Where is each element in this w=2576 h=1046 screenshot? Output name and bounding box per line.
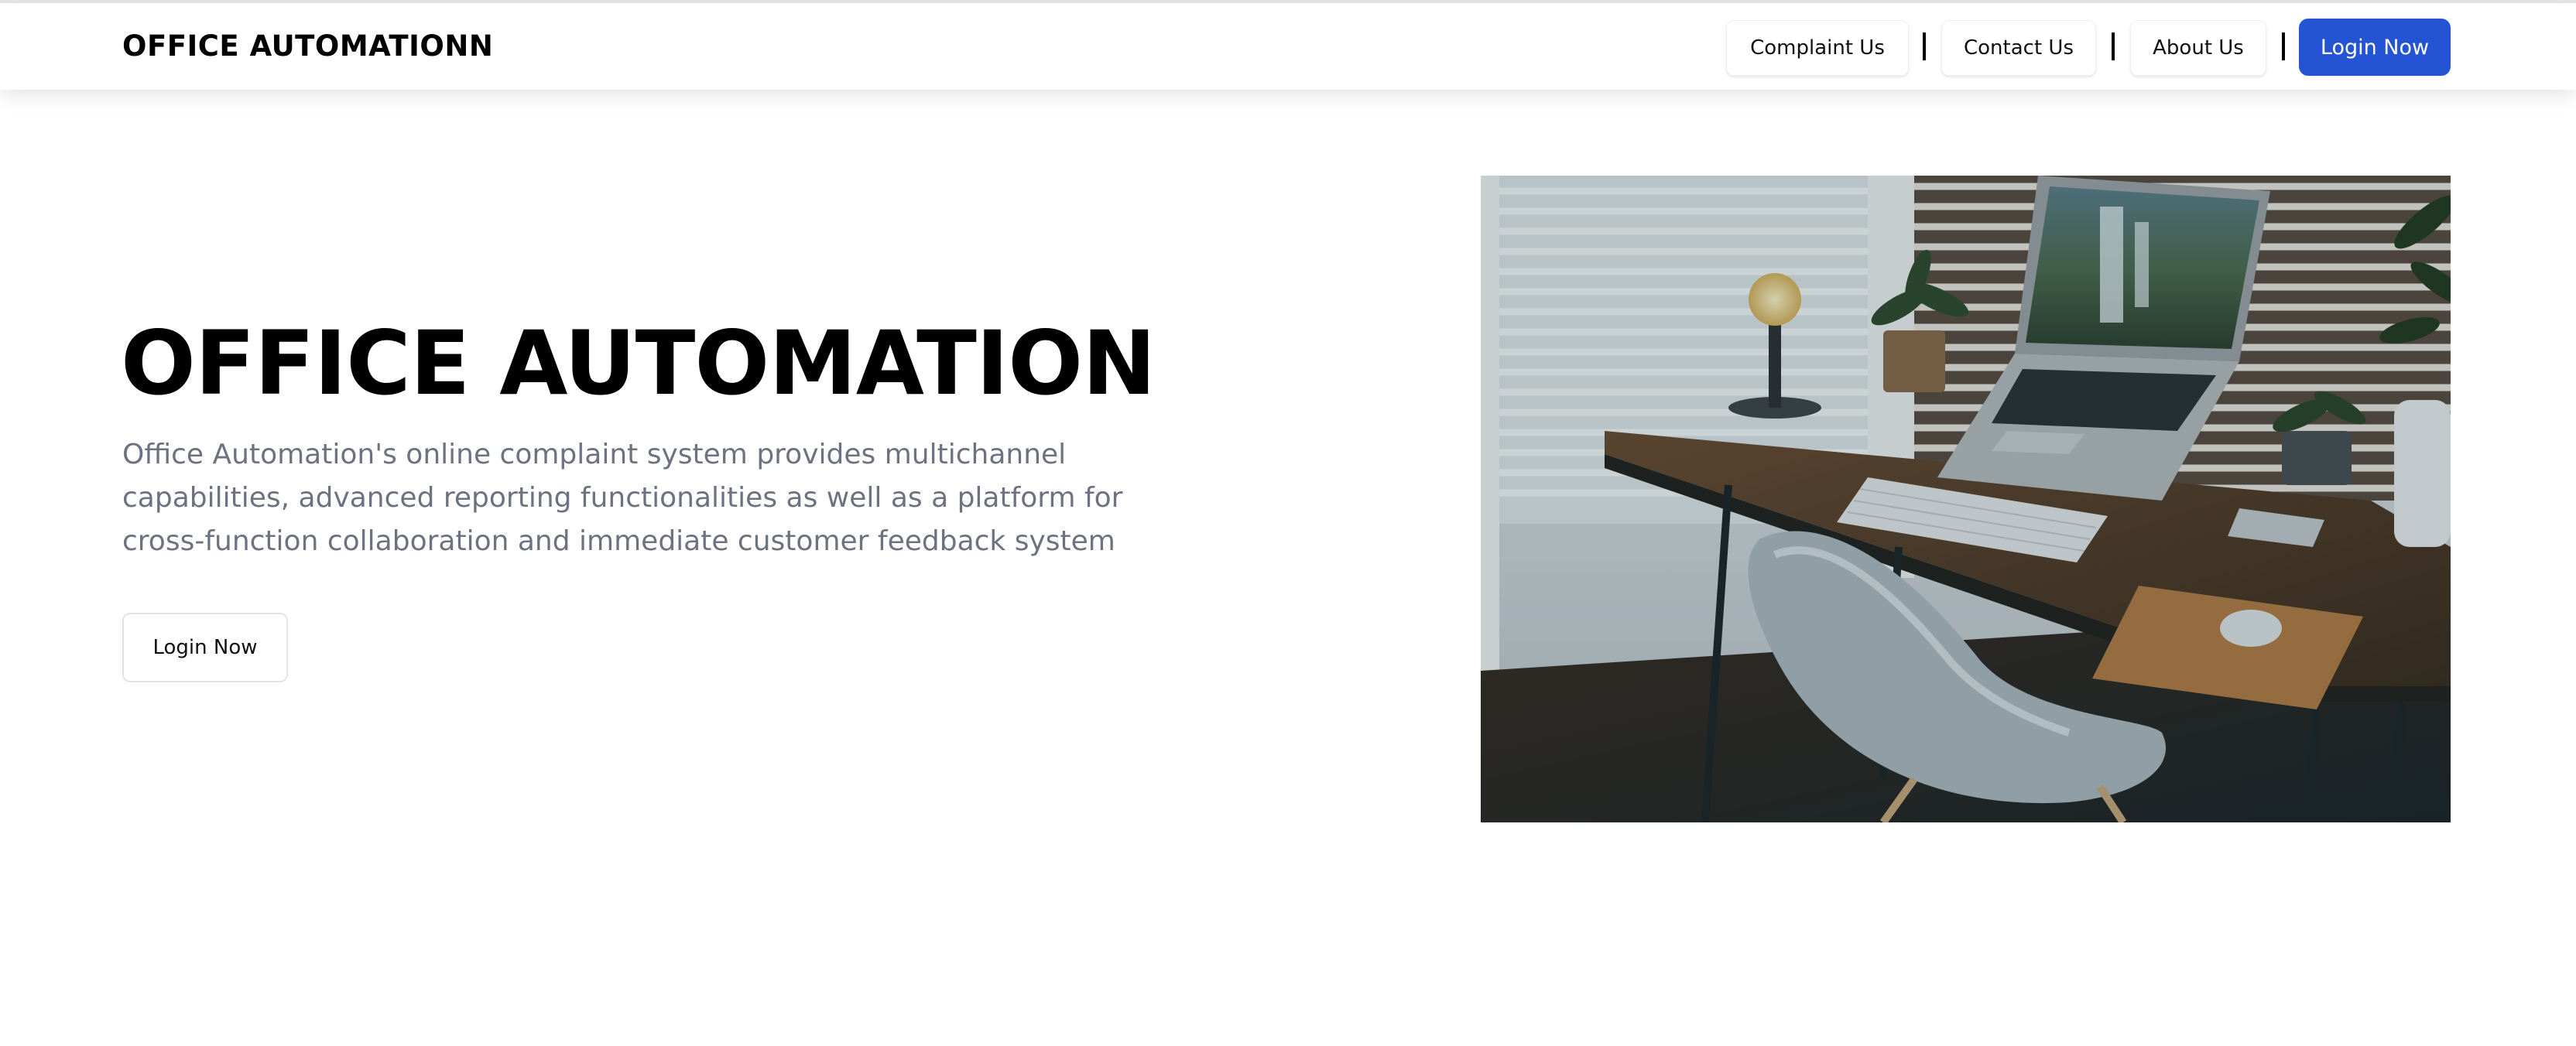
nav-separator: [2112, 32, 2115, 60]
nav-contact-us-button[interactable]: Contact Us: [1941, 20, 2096, 76]
nav-about-us-button[interactable]: About Us: [2130, 20, 2266, 76]
brand-logo-text[interactable]: OFFICE AUTOMATIONN: [122, 26, 493, 67]
hero-title: OFFICE AUTOMATION: [121, 312, 1156, 415]
nav-separator: [1923, 32, 1926, 60]
nav-separator: [2282, 32, 2285, 60]
hero-office-desk-image: [1481, 176, 2451, 822]
navbar: OFFICE AUTOMATIONN Complaint Us Contact …: [0, 3, 2576, 90]
nav-login-button[interactable]: Login Now: [2299, 19, 2451, 76]
nav-complaint-us-button[interactable]: Complaint Us: [1726, 20, 1909, 76]
hero-login-button[interactable]: Login Now: [122, 613, 288, 682]
hero-description: Office Automation's online complaint sys…: [122, 439, 1123, 557]
